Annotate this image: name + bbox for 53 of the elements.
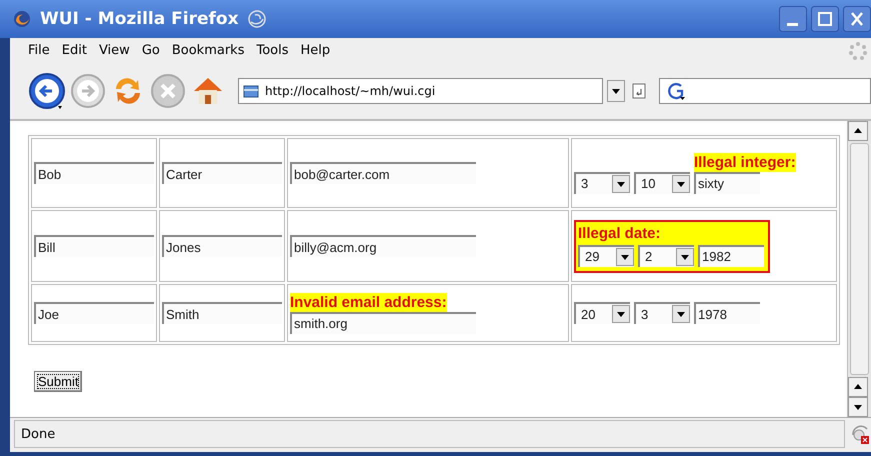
menu-item[interactable]: Help	[300, 43, 330, 58]
input-field[interactable]: Bob	[34, 162, 154, 184]
menu-item[interactable]: View	[98, 43, 130, 58]
address-field[interactable]: http://localhost/~mh/wui.cgi	[238, 78, 603, 104]
menu-item[interactable]: File	[28, 43, 50, 58]
menu-item[interactable]: Go	[142, 43, 160, 58]
window-title: WUI - Mozilla Firefox	[40, 9, 239, 29]
input-field[interactable]: Carter	[162, 162, 282, 184]
search-field[interactable]	[659, 78, 871, 104]
scroll-down-button[interactable]	[848, 397, 868, 417]
menu-item[interactable]: Edit	[62, 43, 87, 58]
security-icon	[849, 423, 871, 445]
caret-icon[interactable]	[672, 305, 690, 323]
input-field[interactable]: billy@acm.org	[290, 235, 476, 257]
input-field[interactable]: bob@carter.com	[290, 162, 476, 184]
dropdown[interactable]: 3	[574, 172, 630, 194]
scroll-up-button[interactable]	[848, 121, 868, 141]
dropdown[interactable]: 29	[578, 244, 634, 266]
input-field[interactable]: Bill	[34, 235, 154, 257]
error-message: Invalid email address:	[290, 292, 447, 312]
error-message: Illegal integer:	[694, 152, 796, 172]
minimize-button[interactable]	[779, 6, 807, 32]
status-text: Done	[14, 420, 845, 448]
submit-button[interactable]: Submit	[34, 371, 82, 392]
input-field[interactable]: 1982	[698, 244, 764, 266]
maximize-button[interactable]	[811, 6, 839, 32]
dropdown[interactable]: 2	[638, 244, 694, 266]
back-button[interactable]	[28, 72, 66, 110]
spiral-icon	[246, 9, 267, 29]
input-field[interactable]: 1978	[694, 302, 760, 324]
input-field[interactable]: smith.org	[290, 312, 476, 334]
input-field[interactable]: sixty	[694, 172, 760, 194]
input-field[interactable]: Jones	[162, 235, 282, 257]
caret-icon[interactable]	[676, 248, 694, 266]
close-button[interactable]	[843, 6, 871, 32]
caret-icon[interactable]	[612, 174, 630, 192]
scrollbar[interactable]	[847, 121, 871, 417]
scroll-up-button[interactable]	[848, 377, 868, 397]
dropdown[interactable]: 3	[634, 302, 690, 324]
page-icon	[243, 83, 259, 99]
throbber-icon	[849, 42, 867, 60]
caret-icon[interactable]	[672, 174, 690, 192]
dropdown-button[interactable]	[607, 80, 625, 102]
menu-item[interactable]: Tools	[256, 43, 289, 58]
menu-item[interactable]: Bookmarks	[172, 43, 244, 58]
dropdown[interactable]: 10	[634, 172, 690, 194]
input-field[interactable]: Smith	[162, 302, 282, 324]
dropdown[interactable]: 20	[574, 302, 630, 324]
search-engine-icon[interactable]	[666, 81, 686, 101]
caret-icon[interactable]	[616, 248, 634, 266]
caret-icon[interactable]	[612, 305, 630, 323]
input-field[interactable]: Joe	[34, 302, 154, 324]
firefox-icon	[12, 9, 32, 29]
